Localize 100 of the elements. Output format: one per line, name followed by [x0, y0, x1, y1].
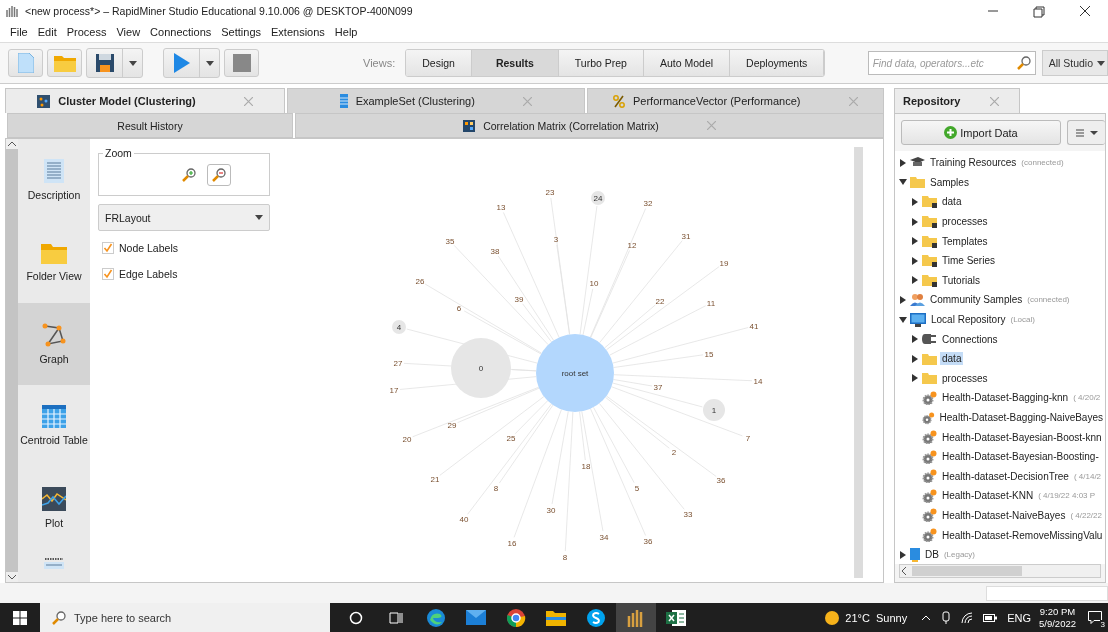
- spreadsheet-icon[interactable]: [666, 608, 686, 627]
- battery-icon[interactable]: [983, 613, 998, 622]
- monitor-icon: [910, 312, 926, 327]
- node-label: 11: [706, 299, 716, 308]
- mortarboard-icon: [910, 157, 925, 169]
- tree-item[interactable]: Community Samples: [928, 293, 1025, 307]
- collapsed-icon[interactable]: [911, 256, 919, 265]
- result-tab[interactable]: Result History: [7, 113, 293, 138]
- zoom-out-button[interactable]: [207, 163, 231, 186]
- table-icon: [42, 405, 66, 428]
- tree-item[interactable]: data: [940, 195, 964, 209]
- view-tab[interactable]: Centroid Table: [18, 385, 90, 467]
- collapsed-icon[interactable]: [899, 550, 907, 559]
- tree-item[interactable]: processes: [940, 215, 990, 229]
- node-label: 30: [546, 506, 556, 515]
- tree-item[interactable]: Health-Dataset-Bagging-NaiveBayes: [937, 411, 1105, 424]
- task-view-icon[interactable]: [389, 610, 403, 625]
- collapsed-icon[interactable]: [911, 198, 919, 206]
- expanded-icon[interactable]: [899, 315, 907, 324]
- view-tab[interactable]: Results: [471, 50, 559, 76]
- taskbar-search-field[interactable]: Type here to search: [40, 603, 330, 632]
- view-tab[interactable]: Graph: [18, 303, 90, 385]
- menu-item[interactable]: Settings: [221, 26, 261, 38]
- windows-start-icon[interactable]: [13, 610, 27, 625]
- node-label: 2: [671, 448, 677, 457]
- chevron-up-icon[interactable]: [921, 614, 932, 621]
- tree-item[interactable]: data: [940, 352, 964, 366]
- tree-item[interactable]: Health-Dataset-KNN: [940, 489, 1036, 503]
- caret-icon: [255, 215, 263, 220]
- result-tab[interactable]: Correlation Matrix (Correlation Matrix): [295, 113, 884, 138]
- collapsed-icon[interactable]: [899, 158, 907, 167]
- collapsed-icon[interactable]: [911, 237, 919, 246]
- folder-icon[interactable]: [546, 609, 566, 626]
- clock-date[interactable]: 5/9/2022: [1039, 617, 1076, 630]
- collapsed-icon[interactable]: [899, 295, 907, 304]
- checkbox-label: Edge Labels: [119, 268, 178, 280]
- tree-item[interactable]: processes: [940, 371, 990, 385]
- collapsed-icon[interactable]: [911, 354, 919, 363]
- menu-item[interactable]: Help: [334, 26, 358, 38]
- tree-item[interactable]: Health-Dataset-RemoveMissingValu: [940, 528, 1105, 542]
- collapsed-icon[interactable]: [911, 276, 919, 285]
- view-tab[interactable]: Folder View: [18, 221, 90, 303]
- expanded-icon[interactable]: [899, 178, 907, 187]
- menu-item[interactable]: Extensions: [271, 26, 325, 38]
- clock-time[interactable]: 9:20 PM: [1039, 605, 1076, 618]
- result-tab[interactable]: PerformanceVector (Performance): [586, 88, 884, 113]
- scroll-up-icon[interactable]: [6, 139, 18, 149]
- layout-dropdown[interactable]: FRLayout: [98, 204, 270, 231]
- language-indicator[interactable]: ENG: [1007, 611, 1031, 624]
- tree-item[interactable]: Local Repository: [929, 313, 1008, 327]
- wifi-icon[interactable]: [961, 611, 974, 624]
- tree-item[interactable]: DB: [923, 548, 941, 562]
- search-field[interactable]: Find data, operators...etc: [867, 51, 1036, 75]
- tree-item[interactable]: Samples: [928, 175, 971, 189]
- scroll-down-icon[interactable]: [6, 572, 18, 582]
- scrollbar-thumb[interactable]: [912, 566, 1022, 576]
- checkbox[interactable]: [102, 242, 114, 254]
- view-tab[interactable]: Description: [18, 139, 90, 221]
- tree-item[interactable]: Health-Dataset-NaiveBayes: [940, 509, 1068, 522]
- skype-icon[interactable]: [586, 607, 606, 628]
- scroll-left-icon[interactable]: [900, 566, 908, 576]
- view-tab[interactable]: Turbo Prep: [558, 50, 644, 76]
- result-tab[interactable]: Cluster Model (Clustering): [5, 88, 285, 113]
- tree-item[interactable]: Health-Dataset-Bayesian-Boosting-: [940, 450, 1101, 464]
- tree-item[interactable]: Health-dataset-DecisionTree: [940, 469, 1071, 483]
- app-logo-icon[interactable]: [627, 608, 645, 627]
- collapsed-icon[interactable]: [911, 217, 919, 226]
- tree-item[interactable]: Connections: [940, 332, 1000, 346]
- view-tab[interactable]: Plot: [18, 467, 90, 549]
- locked-folder-icon: [922, 195, 937, 209]
- tree-item[interactable]: Templates: [940, 234, 990, 248]
- circle-icon[interactable]: [349, 610, 363, 625]
- menu-item[interactable]: Edit: [37, 26, 57, 38]
- menu-item[interactable]: Connections: [150, 26, 212, 38]
- menu-item[interactable]: File: [10, 26, 28, 38]
- import-data-button[interactable]: Import Data: [901, 120, 1061, 145]
- tree-item[interactable]: Time Series: [940, 254, 997, 268]
- weather-text[interactable]: 21°C Sunny: [845, 611, 908, 624]
- scope-dropdown[interactable]: All Studio: [1041, 50, 1108, 76]
- collapsed-icon[interactable]: [911, 374, 919, 383]
- pen-icon[interactable]: [941, 611, 952, 624]
- view-tab[interactable]: Auto Model: [643, 50, 731, 76]
- views-label: Views:: [363, 57, 396, 69]
- collapsed-icon[interactable]: [911, 335, 919, 344]
- view-tab[interactable]: Deployments: [730, 50, 825, 76]
- tree-item[interactable]: Training Resources: [928, 156, 1019, 170]
- browser-icon[interactable]: [426, 607, 446, 628]
- tree-item[interactable]: Health-Dataset-Bagging-knn: [940, 391, 1071, 405]
- stop-button[interactable]: [224, 49, 259, 77]
- notification-icon[interactable]: [1088, 611, 1102, 624]
- menu-item[interactable]: Process: [66, 26, 107, 38]
- locked-folder-icon: [922, 215, 937, 229]
- view-tab[interactable]: Design: [406, 50, 472, 76]
- tree-item[interactable]: Health-Dataset-Bayesian-Boost-knn: [940, 430, 1104, 444]
- tree-item[interactable]: Tutorials: [940, 273, 982, 287]
- scrollbar-thumb[interactable]: [855, 147, 863, 578]
- result-tab[interactable]: ExampleSet (Clustering): [287, 88, 585, 113]
- checkbox[interactable]: [102, 268, 114, 280]
- menu-item[interactable]: View: [116, 26, 141, 38]
- chrome-icon[interactable]: [506, 607, 526, 628]
